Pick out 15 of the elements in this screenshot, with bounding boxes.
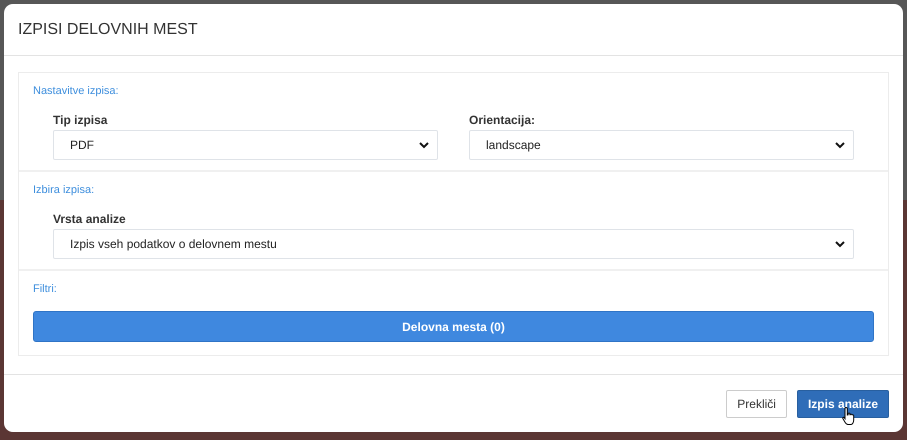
chevron-icon	[835, 240, 845, 248]
filter-button[interactable]: Delovna mesta (0)	[33, 311, 874, 342]
section-heading: Izbira izpisa:	[33, 184, 96, 196]
field-label: Tip izpisa	[53, 113, 108, 127]
section-heading: Nastavitve izpisa:	[33, 85, 120, 97]
chevron-icon	[419, 142, 429, 148]
section-heading: Filtri:	[33, 283, 58, 295]
select-field[interactable]: PDF	[53, 130, 438, 160]
field-label: Orientacija:	[469, 113, 536, 127]
field-label: Vrsta analize	[53, 212, 127, 226]
select-field[interactable]: Izpis vseh podatkov o delovnem mestu	[53, 229, 854, 259]
chevron-icon	[835, 142, 845, 148]
cancel-button[interactable]: Prekliči	[726, 390, 787, 418]
select-field[interactable]: landscape	[469, 130, 854, 160]
dialog-title: IZPISI DELOVNIH MEST	[18, 20, 198, 38]
